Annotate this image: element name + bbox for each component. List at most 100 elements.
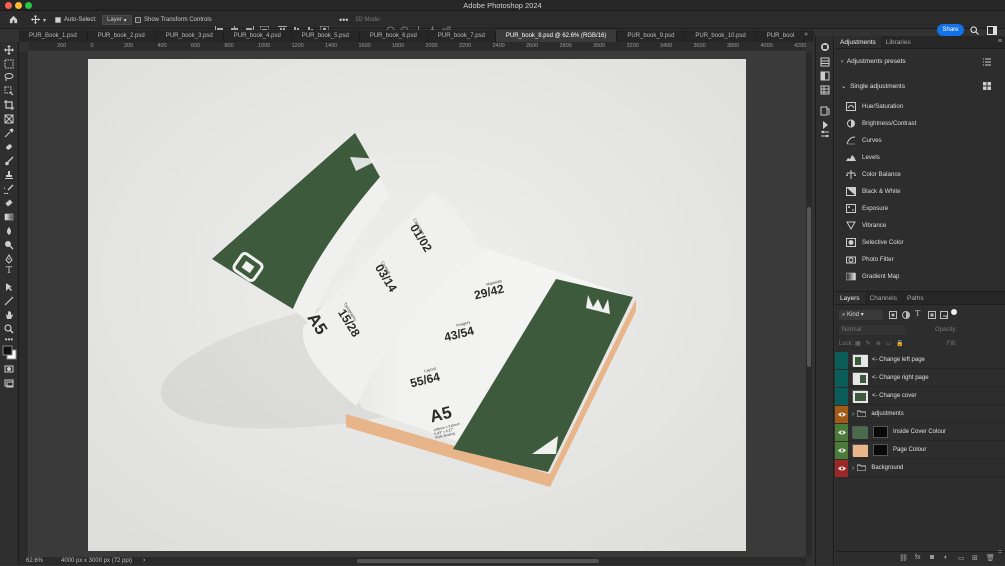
adjustment-exposure[interactable]: Exposure [846, 202, 888, 214]
tab-doc-7[interactable]: PUR_book_7.psd [428, 30, 496, 42]
new-layer-icon[interactable]: ⊞ [972, 554, 978, 562]
history-brush-icon[interactable] [4, 184, 14, 194]
adjustment-gradient-map[interactable]: Gradient Map [846, 270, 900, 282]
tab-doc-1[interactable]: PUR_Book_1.psd [19, 30, 88, 42]
grid-view-icon[interactable] [983, 82, 991, 90]
chevron-down-icon[interactable]: ▾ [43, 15, 46, 25]
layer-filter-kind[interactable]: ⌕ Kind ▾ [839, 310, 883, 320]
filter-pixel-icon[interactable] [889, 311, 897, 319]
single-adjustments-row[interactable]: ⌄ Single adjustments [841, 82, 905, 90]
channels-mixer-icon[interactable] [820, 129, 830, 139]
frame-tool-icon[interactable] [4, 114, 14, 124]
new-adjustment-icon[interactable]: ◐ [944, 554, 948, 561]
transform-controls-checkbox[interactable] [135, 17, 141, 23]
marquee-tool-icon[interactable] [4, 59, 14, 69]
eye-hidden-slot[interactable] [835, 351, 848, 369]
adjustment-hue-saturation[interactable]: Hue/Saturation [846, 100, 903, 112]
tab-layers[interactable]: Layers [835, 292, 865, 304]
layer-row[interactable]: Inside Cover Colour [835, 423, 1005, 441]
tab-doc-5[interactable]: PUR_book_5.psd [292, 30, 360, 42]
filter-adjustment-icon[interactable] [902, 311, 910, 319]
panel-menu-icon[interactable]: ≡ [998, 38, 1002, 45]
share-button[interactable]: Share [937, 24, 964, 36]
status-chevron-icon[interactable]: › [143, 557, 145, 564]
eye-hidden-slot[interactable] [835, 369, 848, 387]
pen-tool-icon[interactable] [4, 254, 14, 264]
quick-mask-icon[interactable] [4, 364, 14, 374]
filter-smart-object-icon[interactable] [940, 311, 948, 319]
layer-row[interactable]: <- Change cover [835, 387, 1005, 405]
adjustments-presets-row[interactable]: › Adjustments presets [841, 58, 906, 65]
delete-layer-icon[interactable]: 🗑 [986, 554, 995, 562]
tab-doc-9[interactable]: PUR_book_9.psd [617, 30, 686, 42]
adjustment-selective-color[interactable]: Selective Color [846, 236, 904, 248]
path-selection-icon[interactable] [4, 282, 14, 292]
add-mask-icon[interactable]: ◙ [930, 554, 934, 561]
filter-toggle[interactable] [951, 309, 957, 315]
clone-stamp-icon[interactable] [4, 170, 14, 180]
layer-row[interactable]: Page Colour [835, 441, 1005, 459]
list-view-icon[interactable] [983, 58, 991, 66]
move-tool-icon[interactable] [4, 45, 14, 55]
tab-adjustments[interactable]: Adjustments [835, 36, 881, 48]
adjustment-color-balance[interactable]: Color Balance [846, 168, 901, 180]
adjustment-levels[interactable]: Levels [846, 151, 880, 163]
tab-doc-10[interactable]: PUR_book_10.psd [685, 30, 757, 42]
more-tools-icon[interactable]: ••• [4, 335, 14, 345]
adjustment-vibrance[interactable]: Vibrance [846, 219, 886, 231]
link-layers-icon[interactable]: ⛓ [899, 554, 908, 562]
eraser-icon[interactable] [4, 198, 14, 208]
type-tool-icon[interactable]: T [4, 266, 14, 276]
brush-tool-icon[interactable] [4, 156, 14, 166]
blend-mode-dropdown[interactable]: Normal [839, 325, 905, 335]
history-icon[interactable] [820, 106, 830, 116]
eye-icon[interactable] [835, 459, 848, 477]
line-tool-icon[interactable] [4, 296, 14, 306]
tab-doc-11[interactable]: PUR_bool [757, 30, 806, 42]
document-canvas[interactable]: 01/02 03/14 15/28 Catalogue Content Typo… [88, 59, 746, 551]
lasso-tool-icon[interactable] [4, 72, 14, 82]
scroll-thumb[interactable] [807, 207, 811, 367]
horizontal-scrollbar[interactable] [357, 559, 599, 563]
dodge-tool-icon[interactable] [4, 240, 14, 250]
eye-icon[interactable] [835, 405, 848, 423]
tab-doc-8-active[interactable]: PUR_book_8.psd @ 62.6% (RGB/16) [495, 30, 618, 42]
hand-tool-icon[interactable] [4, 310, 14, 320]
adjustments-dock-icon[interactable] [820, 85, 830, 95]
workspace-icon[interactable] [987, 26, 997, 35]
zoom-tool-icon[interactable] [4, 324, 14, 334]
learn-icon[interactable] [820, 42, 830, 52]
move-tool-icon[interactable] [31, 15, 40, 24]
more-options-icon[interactable]: ••• [339, 15, 348, 25]
gradient-tool-icon[interactable] [4, 212, 14, 222]
home-icon[interactable] [9, 15, 18, 24]
object-selection-icon[interactable] [4, 86, 14, 96]
tab-overflow-icon[interactable]: » [804, 31, 808, 38]
lock-icons[interactable]: ▦✎⊕▭🔒 [855, 340, 909, 347]
tab-libraries[interactable]: Libraries [881, 36, 916, 48]
tab-channels[interactable]: Channels [865, 292, 902, 304]
document-info[interactable]: 4000 px x 3000 px (72 ppi) [61, 558, 132, 564]
tab-doc-6[interactable]: PUR_book_6.psd [360, 30, 428, 42]
new-group-icon[interactable]: ▭ [958, 554, 965, 562]
adjustment-curves[interactable]: Curves [846, 134, 882, 146]
auto-select-dropdown[interactable]: Layer ▾ [102, 15, 132, 25]
adjustment-photo-filter[interactable]: Photo Filter [846, 253, 894, 265]
color-swatches-icon[interactable] [2, 345, 17, 360]
fx-icon[interactable]: fx [915, 554, 920, 561]
eye-hidden-slot[interactable] [835, 387, 848, 405]
properties-icon[interactable] [820, 71, 830, 81]
layer-row[interactable]: › adjustments [835, 405, 1005, 423]
zoom-level[interactable]: 62.6% [26, 558, 43, 564]
tab-doc-4[interactable]: PUR_book_4.psd [224, 30, 292, 42]
tab-doc-2[interactable]: PUR_book_2.psd [88, 30, 156, 42]
adjustment-brightness-contrast[interactable]: Brightness/Contrast [846, 117, 916, 129]
screen-mode-icon[interactable] [4, 378, 14, 388]
filter-type-icon[interactable]: T [915, 309, 920, 318]
eye-icon[interactable] [835, 441, 848, 459]
layer-mask-thumbnail[interactable] [873, 444, 888, 456]
layer-row[interactable]: › Background [835, 459, 1005, 477]
tab-paths[interactable]: Paths [902, 292, 929, 304]
layer-mask-thumbnail[interactable] [873, 426, 888, 438]
search-icon[interactable] [970, 26, 979, 35]
